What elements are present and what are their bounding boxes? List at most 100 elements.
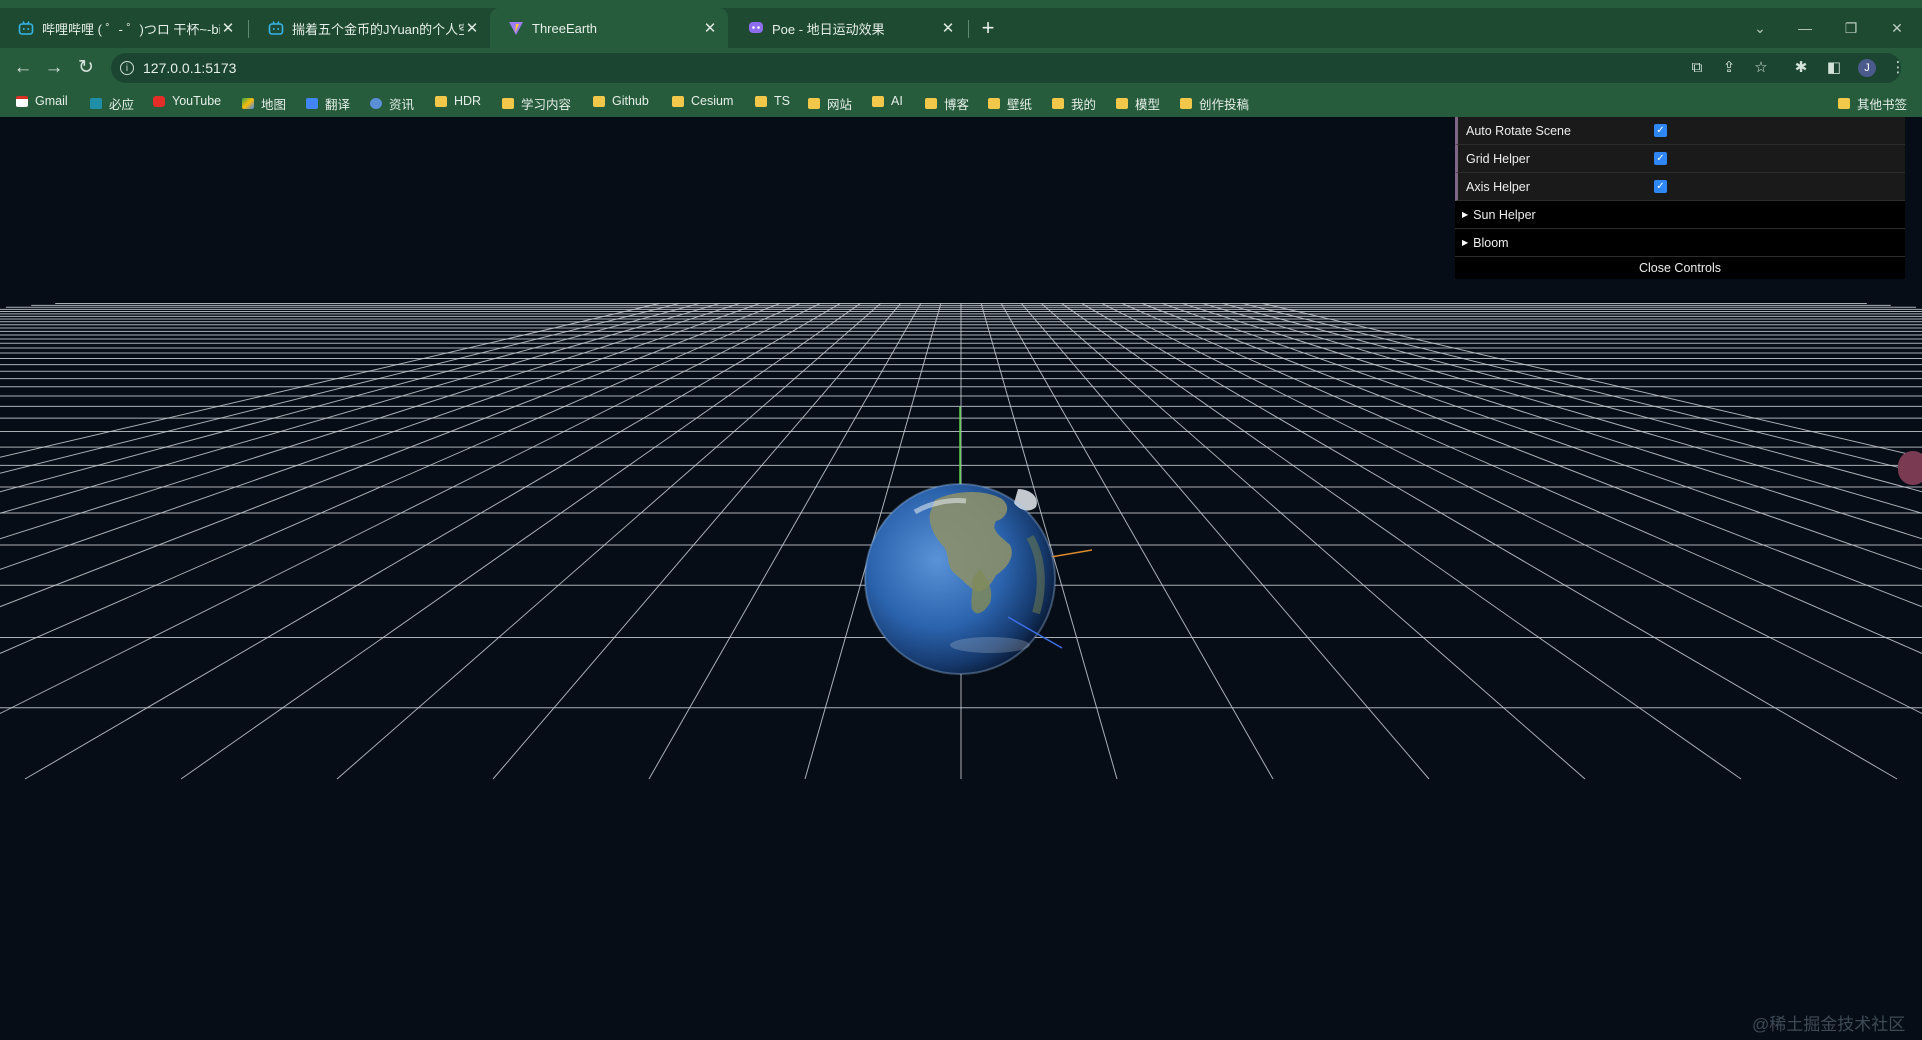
- bookmark-folder-study[interactable]: 学习内容: [502, 94, 571, 113]
- gmail-icon: [16, 95, 28, 107]
- close-tab-icon[interactable]: ✕: [220, 19, 236, 37]
- close-tab-icon[interactable]: ✕: [940, 19, 956, 37]
- site-info-icon[interactable]: i: [120, 61, 134, 75]
- bookmark-label: 学习内容: [521, 98, 572, 112]
- folder-icon: [872, 95, 884, 107]
- bookmark-translate[interactable]: 翻译: [306, 94, 350, 113]
- caret-right-icon: ▶: [1462, 210, 1469, 219]
- vite-icon: [508, 20, 524, 36]
- bookmarks-bar: Gmail 必应 YouTube 地图 翻译 资讯 HDR 学习内容 Githu…: [0, 88, 1922, 117]
- close-tab-icon[interactable]: ✕: [702, 19, 718, 37]
- tab-threeearth[interactable]: ThreeEarth ✕: [490, 8, 728, 48]
- caret-right-icon: ▶: [1462, 238, 1469, 247]
- grid-helper-label: Grid Helper: [1466, 151, 1530, 166]
- maps-icon: [242, 98, 254, 109]
- bookmark-news[interactable]: 资讯: [370, 94, 414, 113]
- axis-helper-label: Axis Helper: [1466, 179, 1530, 194]
- bookmark-label: HDR: [454, 94, 482, 108]
- news-icon: [370, 98, 382, 109]
- bookmark-label: 博客: [944, 98, 970, 112]
- controls-panel: Auto Rotate Scene ✓ Grid Helper ✓ Axis H…: [1455, 117, 1905, 279]
- tab-separator: [968, 20, 969, 38]
- bookmark-folder-ai[interactable]: AI: [872, 94, 903, 108]
- tab-search-icon[interactable]: ⌄: [1745, 20, 1775, 37]
- profile-avatar[interactable]: J: [1858, 59, 1876, 77]
- bookmark-label: YouTube: [172, 94, 222, 108]
- folder-icon: [672, 95, 684, 107]
- window-close-button[interactable]: ✕: [1882, 20, 1912, 37]
- bookmark-label: 创作投稿: [1199, 98, 1250, 112]
- bookmark-star-icon[interactable]: ☆: [1752, 59, 1770, 77]
- tab-jyuan-space[interactable]: 揣着五个金币的JYuan的个人空间 ✕: [250, 8, 490, 48]
- browser-toolbar: ← → ↻ i 127.0.0.1:5173 ⧉ ⇪ ☆ ✱ ◧ J ⋮: [0, 48, 1922, 88]
- bookmark-label: 其他书签: [1857, 98, 1908, 112]
- auto-rotate-label: Auto Rotate Scene: [1466, 123, 1571, 138]
- side-panel-icon[interactable]: ◧: [1825, 59, 1843, 77]
- bookmark-label: 壁纸: [1007, 98, 1033, 112]
- share-icon[interactable]: ⇪: [1720, 59, 1738, 77]
- tab-title: 哔哩哔哩 ( ゜- ゜)つロ 干杯~-bili: [42, 21, 220, 37]
- folder-icon: [1838, 98, 1850, 109]
- folder-icon: [1180, 98, 1192, 109]
- grid-helper-checkbox[interactable]: ✓: [1654, 152, 1667, 165]
- bookmark-folder-github[interactable]: Github: [593, 94, 649, 108]
- folder-icon: [593, 95, 605, 107]
- folder-icon: [502, 98, 514, 109]
- tab-bilibili-home[interactable]: 哔哩哔哩 ( ゜- ゜)つロ 干杯~-bili ✕: [0, 8, 246, 48]
- back-button[interactable]: ←: [10, 56, 36, 80]
- axis-helper-row[interactable]: Axis Helper ✓: [1455, 173, 1905, 201]
- translate-page-icon[interactable]: ⧉: [1688, 59, 1706, 77]
- poe-icon: [748, 20, 764, 36]
- translate-icon: [306, 98, 318, 109]
- bookmark-maps[interactable]: 地图: [242, 94, 286, 113]
- auto-rotate-row[interactable]: Auto Rotate Scene ✓: [1455, 117, 1905, 145]
- bookmark-label: 地图: [261, 98, 287, 112]
- folder-icon: [808, 98, 820, 109]
- close-controls-button[interactable]: Close Controls: [1455, 257, 1905, 279]
- bookmark-label: 资讯: [389, 98, 415, 112]
- watermark: @稀土掘金技术社区: [1752, 1015, 1906, 1034]
- earth-globe[interactable]: [864, 483, 1056, 675]
- new-tab-button[interactable]: +: [975, 16, 1001, 42]
- bookmark-label: 我的: [1071, 98, 1097, 112]
- minimize-button[interactable]: —: [1790, 20, 1820, 36]
- grid-helper-row[interactable]: Grid Helper ✓: [1455, 145, 1905, 173]
- bloom-folder[interactable]: ▶ Bloom: [1455, 229, 1905, 257]
- tab-poe[interactable]: Poe - 地日运动效果 ✕: [730, 8, 966, 48]
- bookmark-bing[interactable]: 必应: [90, 94, 134, 113]
- bookmark-folder-blog[interactable]: 博客: [925, 94, 969, 113]
- address-bar[interactable]: i 127.0.0.1:5173: [111, 53, 1901, 83]
- bookmark-youtube[interactable]: YouTube: [153, 94, 221, 108]
- bilibili-icon: [268, 20, 284, 36]
- bookmark-folder-creation[interactable]: 创作投稿: [1180, 94, 1249, 113]
- bookmark-folder-ts[interactable]: TS: [755, 94, 790, 108]
- bookmark-folder-mine[interactable]: 我的: [1052, 94, 1096, 113]
- forward-button[interactable]: →: [41, 56, 67, 80]
- folder-icon: [1052, 98, 1064, 109]
- tab-title: 揣着五个金币的JYuan的个人空间: [292, 21, 464, 37]
- folder-icon: [925, 98, 937, 109]
- bookmark-label: 必应: [109, 98, 135, 112]
- folder-icon: [988, 98, 1000, 109]
- bookmark-folder-models[interactable]: 模型: [1116, 94, 1160, 113]
- bookmark-label: AI: [891, 94, 903, 108]
- tab-separator: [248, 20, 249, 38]
- side-widget-icon[interactable]: [1898, 451, 1922, 485]
- auto-rotate-checkbox[interactable]: ✓: [1654, 124, 1667, 137]
- bookmark-other[interactable]: 其他书签: [1838, 94, 1907, 113]
- menu-icon[interactable]: ⋮: [1889, 59, 1907, 77]
- reload-button[interactable]: ↻: [73, 56, 99, 80]
- axis-helper-checkbox[interactable]: ✓: [1654, 180, 1667, 193]
- sun-helper-folder[interactable]: ▶ Sun Helper: [1455, 201, 1905, 229]
- browser-chrome: 哔哩哔哩 ( ゜- ゜)つロ 干杯~-bili ✕ 揣着五个金币的JYuan的个…: [0, 0, 1922, 117]
- tab-title: ThreeEarth: [532, 20, 598, 36]
- extensions-icon[interactable]: ✱: [1792, 59, 1810, 77]
- restore-button[interactable]: ❐: [1836, 20, 1866, 37]
- bookmark-folder-hdr[interactable]: HDR: [435, 94, 481, 108]
- bookmark-folder-cesium[interactable]: Cesium: [672, 94, 733, 108]
- bookmark-folder-websites[interactable]: 网站: [808, 94, 852, 113]
- folder-icon: [1116, 98, 1128, 109]
- close-tab-icon[interactable]: ✕: [464, 19, 480, 37]
- bookmark-gmail[interactable]: Gmail: [16, 94, 68, 108]
- bookmark-folder-wallpaper[interactable]: 壁纸: [988, 94, 1032, 113]
